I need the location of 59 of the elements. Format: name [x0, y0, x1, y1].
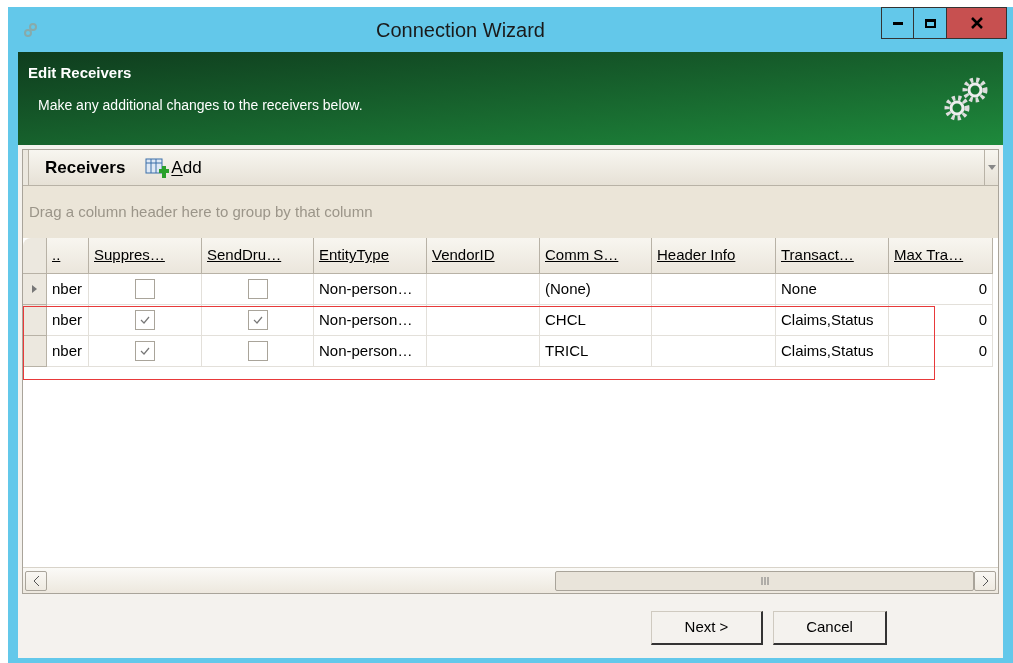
- column-header[interactable]: Transact…: [776, 238, 889, 274]
- window-title: Connection Wizard: [375, 17, 546, 43]
- column-header[interactable]: SendDru…: [202, 238, 314, 274]
- row-header[interactable]: [23, 336, 47, 367]
- column-header[interactable]: Header Info: [652, 238, 776, 274]
- toolbar-title: Receivers: [45, 156, 126, 179]
- table-cell: Non-person…: [314, 274, 427, 305]
- table-cell: Non-person…: [314, 305, 427, 336]
- table-cell: Claims,Status: [776, 305, 889, 336]
- dropdown-button[interactable]: [984, 150, 998, 185]
- minimize-icon: [892, 21, 903, 25]
- gear-icon: [22, 20, 40, 39]
- table-cell: CHCL: [540, 305, 652, 336]
- close-icon: [970, 17, 983, 29]
- scroll-right-button[interactable]: [974, 570, 996, 591]
- checkmark-icon: [140, 347, 150, 355]
- table-cell: 0: [889, 305, 993, 336]
- table-cell: 0: [889, 336, 993, 367]
- checkbox[interactable]: [247, 341, 268, 361]
- minimize-button[interactable]: [881, 7, 914, 39]
- checkbox[interactable]: [135, 341, 155, 361]
- page-heading: Edit Receivers: [28, 63, 133, 83]
- table-cell: nber: [47, 274, 89, 305]
- column-header[interactable]: Suppres…: [89, 238, 202, 274]
- scroll-left-button[interactable]: [25, 570, 47, 591]
- column-header[interactable]: Max Tra…: [889, 238, 993, 274]
- next-button[interactable]: Next >: [651, 611, 763, 645]
- scroll-thumb[interactable]: [555, 570, 974, 591]
- checkmark-icon: [252, 316, 263, 324]
- table-cell: nber: [47, 305, 89, 336]
- column-header[interactable]: ..: [47, 238, 89, 274]
- table-cell: nber: [47, 336, 89, 367]
- add-button[interactable]: Add: [145, 154, 202, 181]
- add-table-icon: [145, 156, 170, 179]
- checkbox[interactable]: [135, 310, 155, 330]
- table-cell: Non-person…: [314, 336, 427, 367]
- column-header[interactable]: Comm S…: [540, 238, 652, 274]
- row-header[interactable]: [23, 305, 47, 336]
- column-header[interactable]: VendorID: [427, 238, 540, 274]
- current-row-icon: [32, 285, 37, 293]
- maximize-icon: [924, 18, 936, 28]
- checkbox[interactable]: [247, 279, 268, 299]
- close-button[interactable]: [947, 7, 1007, 39]
- toolbar-grip[interactable]: [23, 150, 29, 185]
- table-cell: 0: [889, 274, 993, 305]
- checkbox[interactable]: [135, 279, 155, 299]
- group-hint: Drag a column header here to group by that column: [29, 201, 373, 222]
- table-cell: TRICL: [540, 336, 652, 367]
- table-cell: None: [776, 274, 889, 305]
- cancel-button[interactable]: Cancel: [773, 611, 887, 645]
- table-cell: (None): [540, 274, 652, 305]
- checkbox[interactable]: [247, 310, 268, 330]
- table-cell: Claims,Status: [776, 336, 889, 367]
- column-header[interactable]: EntityType: [314, 238, 427, 274]
- page-description: Make any additional changes to the receivers below.: [37, 95, 363, 115]
- row-header[interactable]: [23, 274, 47, 305]
- dropdown-arrow-icon: [987, 165, 996, 170]
- grip-icon: [760, 576, 769, 585]
- checkmark-icon: [140, 316, 150, 324]
